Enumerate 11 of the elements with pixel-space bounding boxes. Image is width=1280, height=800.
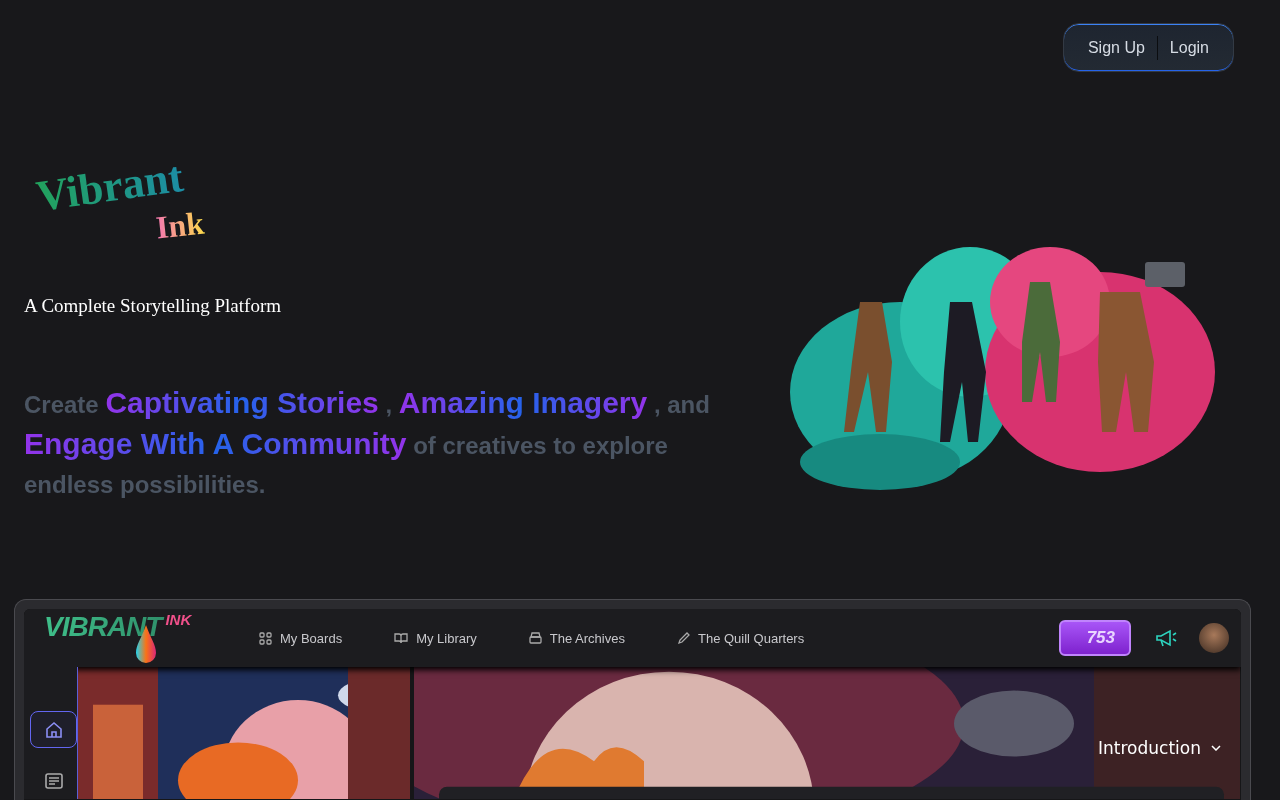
nav-link[interactable]: The Archives [528,630,625,646]
auth-button[interactable]: Sign Up [1075,26,1157,69]
auth-button[interactable]: Login [1157,26,1221,69]
tagline: A Complete Storytelling Platform [24,295,282,317]
nav-link[interactable]: The Quill Quarters [677,630,805,646]
credits-badge[interactable]: 753 [1058,620,1131,656]
nav-link[interactable]: My Library [394,630,477,646]
pitch-text: Create Captivating Stories , Amazing Imagery , and Engage With A Community of creatives to explore endless possibilities. [24,385,711,500]
section-dropdown[interactable]: Introduction [1092,737,1227,759]
app-logo-subtitle: INK [165,611,193,628]
nav-link[interactable]: My Boards [259,630,343,646]
